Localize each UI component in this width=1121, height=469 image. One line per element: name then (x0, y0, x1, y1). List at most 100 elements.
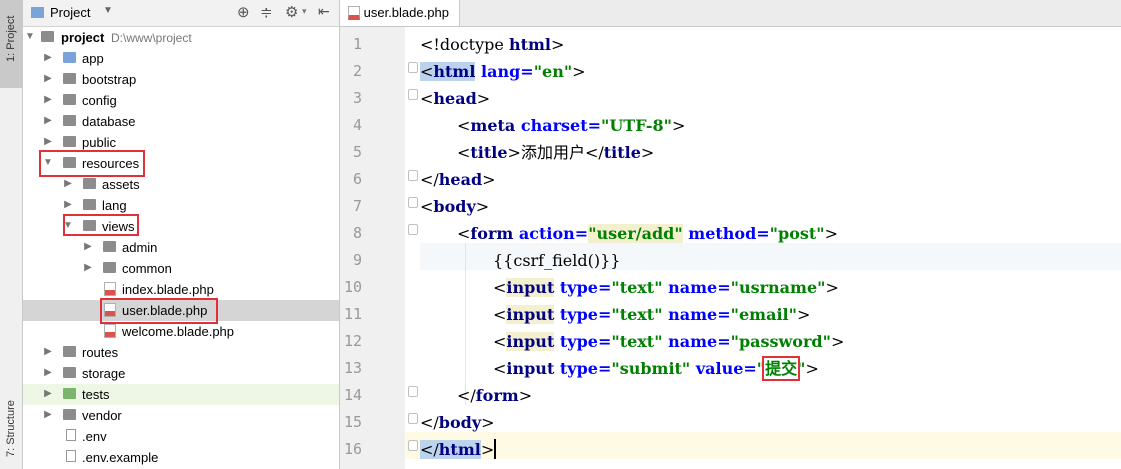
php-file-icon (348, 6, 360, 20)
tree-item-database[interactable]: ▶ database (23, 111, 339, 132)
tree-item-label: config (82, 93, 117, 108)
project-path: D:\www\project (111, 31, 192, 45)
folder-icon (63, 73, 76, 84)
tree-item-project[interactable]: ▼ project D:\www\project (23, 27, 339, 48)
line-number: 1 (352, 35, 362, 53)
fold-marker-icon[interactable] (408, 386, 418, 397)
structure-tool-tab[interactable]: 7: Structure (0, 362, 22, 462)
tree-item-assets[interactable]: ▶ assets (23, 174, 339, 195)
settings-chevron-icon[interactable]: ▾ (302, 6, 307, 17)
line-number: 3 (352, 89, 362, 107)
line-number: 11 (343, 305, 362, 323)
tree-item-storage[interactable]: ▶ storage (23, 363, 339, 384)
tree-item-label: admin (122, 240, 158, 255)
tab-label: user.blade.php (363, 5, 449, 20)
line-number: 8 (352, 224, 362, 242)
annotation-box-resources (39, 150, 145, 177)
tree-item-label: tests (82, 387, 110, 402)
structure-tool-tab-label: 7: Structure (5, 400, 17, 457)
collapse-arrow-icon[interactable]: ▶ (62, 177, 74, 191)
tree-item-env[interactable]: .env (23, 426, 339, 447)
locate-icon[interactable]: ⊕ (237, 3, 250, 21)
collapse-arrow-icon[interactable]: ▶ (82, 240, 94, 254)
folder-icon (63, 115, 76, 126)
tree-item-env-example[interactable]: .env.example (23, 447, 339, 468)
folder-icon (63, 409, 76, 420)
tree-item-welcome-blade[interactable]: welcome.blade.php (23, 321, 339, 342)
tree-item-app[interactable]: ▶ app (23, 48, 339, 69)
line-number: 15 (343, 413, 362, 431)
collapse-arrow-icon[interactable]: ▶ (42, 387, 54, 401)
line-number: 14 (343, 386, 362, 404)
hide-panel-icon[interactable]: ⇤ (318, 3, 330, 20)
collapse-arrow-icon[interactable]: ▶ (42, 93, 54, 107)
tree-item-tests[interactable]: ▶ tests (23, 384, 339, 405)
code-line: <input type="text" name="password"> (493, 332, 845, 351)
tree-item-common[interactable]: ▶ common (23, 258, 339, 279)
fold-marker-icon[interactable] (408, 170, 418, 181)
collapse-arrow-icon[interactable]: ▶ (42, 51, 54, 65)
collapse-arrow-icon[interactable]: ▶ (42, 345, 54, 359)
code-editor[interactable]: <!doctype html> <html lang="en"> <head> … (405, 27, 1121, 469)
tree-item-label: vendor (82, 408, 122, 423)
fold-marker-icon[interactable] (408, 224, 418, 235)
collapse-arrow-icon[interactable]: ▶ (82, 261, 94, 275)
tree-item-label: project (61, 30, 105, 45)
tree-item-lang[interactable]: ▶ lang (23, 195, 339, 216)
code-line: <input type="text" name="email"> (493, 305, 811, 324)
tree-item-label: routes (82, 345, 119, 360)
fold-marker-icon[interactable] (408, 440, 418, 451)
project-view-dropdown[interactable]: Project (50, 5, 90, 20)
project-panel-toolbar: Project ▼ ⊕ ≑ ⚙ ▾ ⇤ (23, 0, 339, 27)
gear-icon[interactable]: ⚙ (285, 3, 298, 21)
tree-item-label: storage (82, 366, 126, 381)
expand-arrow-icon[interactable]: ▼ (24, 30, 36, 44)
tree-item-routes[interactable]: ▶ routes (23, 342, 339, 363)
fold-marker-icon[interactable] (408, 89, 418, 100)
php-file-icon (104, 282, 116, 296)
collapse-arrow-icon[interactable]: ▶ (42, 135, 54, 149)
folder-icon (63, 346, 76, 357)
collapse-arrow-icon[interactable]: ▶ (42, 114, 54, 128)
fold-marker-icon[interactable] (408, 62, 418, 73)
chevron-down-icon[interactable]: ▼ (103, 5, 113, 16)
code-line: <meta charset="UTF-8"> (457, 116, 686, 135)
collapse-all-icon[interactable]: ≑ (260, 3, 273, 21)
tree-item-index-blade[interactable]: index.blade.php (23, 279, 339, 300)
folder-icon (103, 241, 116, 252)
tree-item-label: .env.example (82, 450, 159, 465)
text-file-icon (66, 429, 76, 441)
project-tool-tab[interactable]: 1: Project (0, 0, 22, 88)
tree-item-admin[interactable]: ▶ admin (23, 237, 339, 258)
tree-item-bootstrap[interactable]: ▶ bootstrap (23, 69, 339, 90)
tree-item-label: common (122, 261, 172, 276)
editor-tab-bar: user.blade.php (340, 0, 1121, 27)
tab-user-blade[interactable]: user.blade.php (340, 0, 460, 26)
collapse-arrow-icon[interactable]: ▶ (42, 366, 54, 380)
line-number: 2 (352, 62, 362, 80)
tree-item-label: bootstrap (82, 72, 137, 87)
collapse-arrow-icon[interactable]: ▶ (62, 198, 74, 212)
code-line: <head> (420, 89, 491, 108)
tree-item-vendor[interactable]: ▶ vendor (23, 405, 339, 426)
fold-marker-icon[interactable] (408, 413, 418, 424)
tree-item-label: assets (102, 177, 140, 192)
project-view-icon (31, 7, 44, 18)
indent-guide (465, 243, 466, 405)
code-line: {{csrf_field()}} (493, 251, 621, 270)
tree-item-label: app (82, 51, 104, 66)
collapse-arrow-icon[interactable]: ▶ (42, 408, 54, 422)
annotation-box-views (63, 214, 139, 236)
line-number: 9 (352, 251, 362, 269)
fold-marker-icon[interactable] (408, 197, 418, 208)
tree-item-config[interactable]: ▶ config (23, 90, 339, 111)
code-line: <input type="submit" value="提交"> (493, 356, 819, 381)
line-number: 4 (352, 116, 362, 134)
folder-icon (83, 199, 96, 210)
code-line: </form> (457, 386, 533, 405)
collapse-arrow-icon[interactable]: ▶ (42, 72, 54, 86)
folder-icon (63, 94, 76, 105)
code-line: <html lang="en"> (420, 62, 586, 81)
folder-icon (63, 52, 76, 63)
tool-window-strip: 1: Project 7: Structure (0, 0, 23, 469)
